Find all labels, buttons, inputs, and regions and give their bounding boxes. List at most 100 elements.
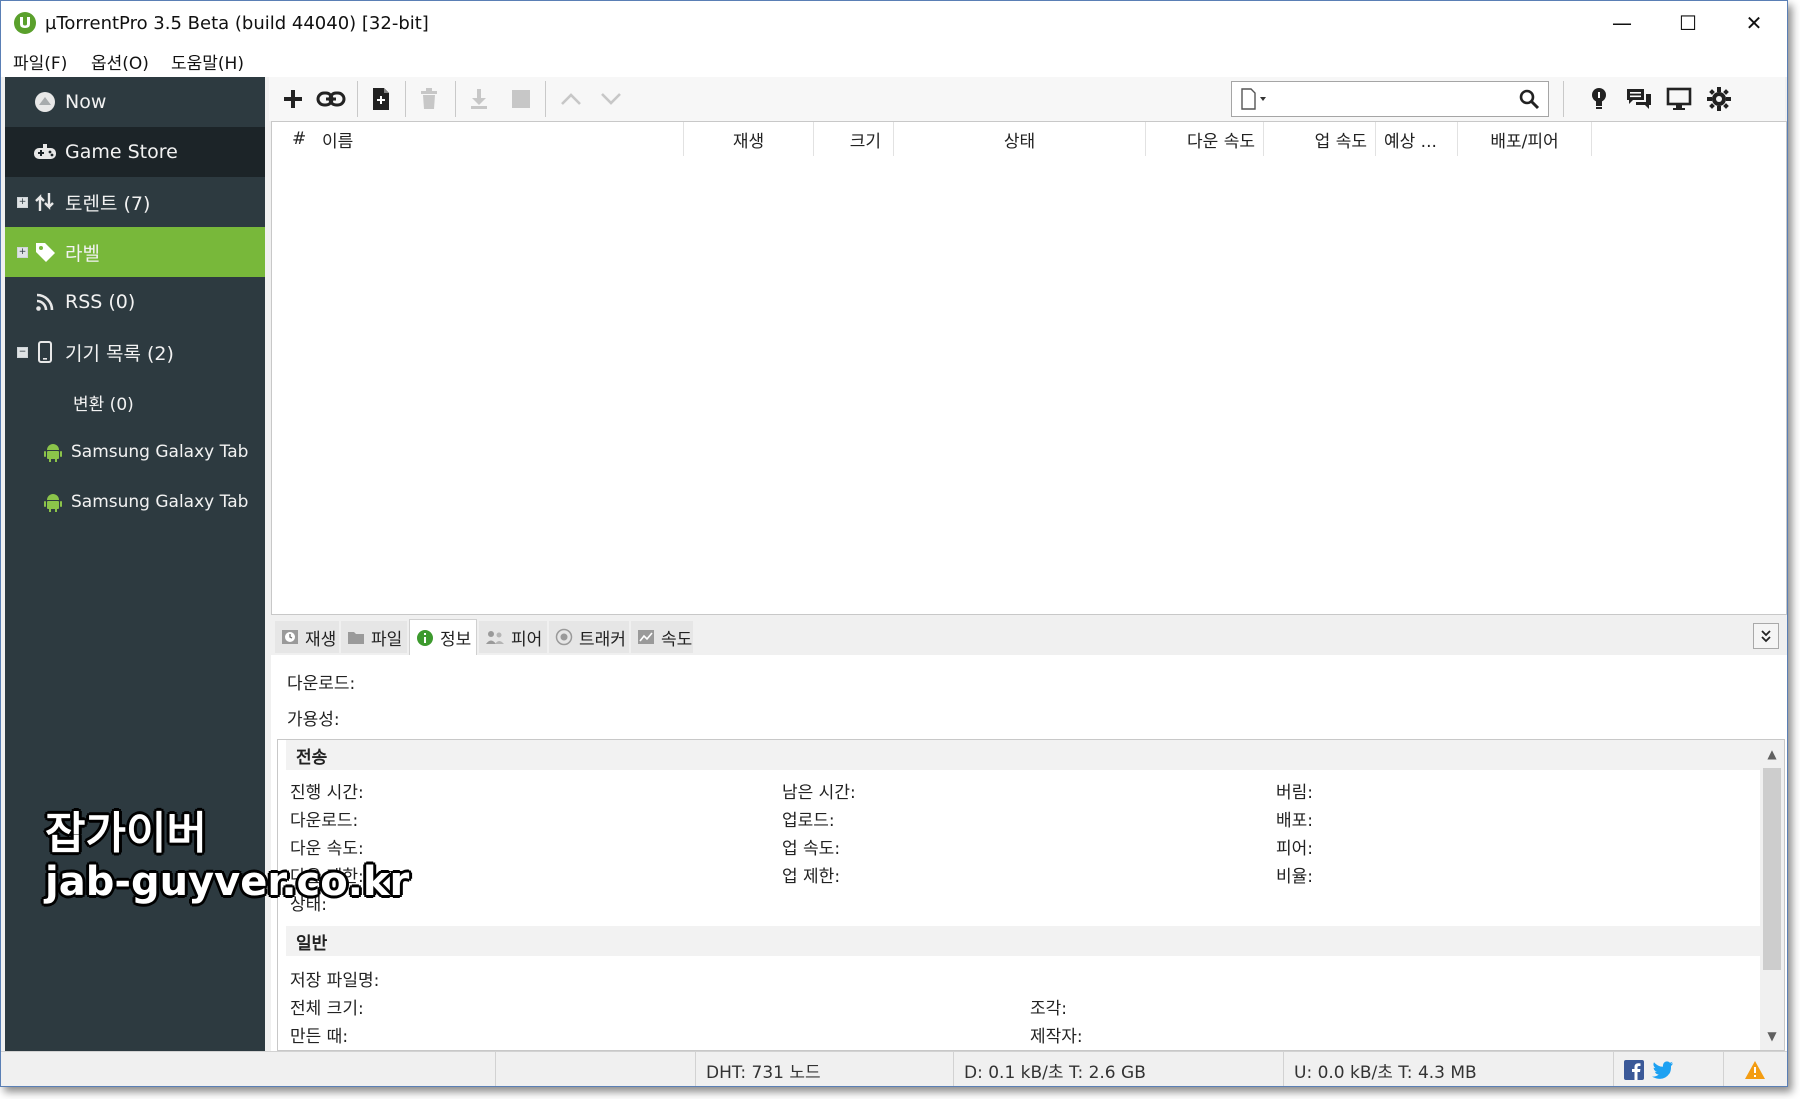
search-field[interactable] (1231, 81, 1549, 117)
column-status[interactable]: 상태 (894, 122, 1146, 156)
download-speed-label: 다운 속도: (290, 839, 364, 859)
uploaded-label: 업로드: (782, 811, 835, 831)
column-up-speed[interactable]: 업 속도 (1264, 122, 1376, 156)
app-window: µTorrentPro 3.5 Beta (build 44040) [32-b… (0, 0, 1788, 1087)
chevron-down-icon (601, 93, 621, 105)
add-torrent-button[interactable] (277, 83, 309, 115)
toolbar (269, 77, 1785, 121)
minimize-icon: — (1612, 11, 1632, 35)
remote-button[interactable] (1663, 83, 1695, 115)
search-input[interactable] (1276, 86, 1500, 114)
sidebar-item-device-2[interactable]: Samsung Galaxy Tab (5, 477, 265, 527)
elapsed-label: 진행 시간: (290, 783, 364, 803)
info-scrollbar[interactable]: ▲ ▼ (1760, 740, 1784, 1050)
warning-status[interactable] (1723, 1052, 1785, 1086)
dht-status[interactable]: DHT: 731 노드 (695, 1052, 953, 1086)
column-name[interactable]: 이름 (322, 122, 684, 156)
created-by-label: 제작자: (1030, 1027, 1083, 1047)
graph-icon (637, 629, 655, 645)
menu-options[interactable]: 옵션(O) (91, 49, 149, 74)
sidebar-item-game-store[interactable]: Game Store (5, 127, 265, 177)
rss-icon (33, 290, 57, 314)
start-button[interactable] (463, 83, 495, 115)
info-panel: 다운로드: 가용성: 전송 진행 시간: 다운로드: 다운 속도: 다운 제한:… (271, 655, 1787, 1051)
sidebar-item-devices[interactable]: − 기기 목록 (2) (5, 327, 265, 377)
close-button[interactable]: ✕ (1721, 1, 1787, 45)
column-number[interactable]: # (292, 122, 316, 156)
clock-icon (281, 629, 299, 645)
double-chevron-down-icon (1761, 630, 1771, 643)
torrent-list[interactable]: # 이름 재생 크기 상태 다운 속도 업 속도 예상 ... 배포/피어 (271, 121, 1787, 615)
status-empty (495, 1052, 695, 1086)
detail-tabs: 재생 파일 정보 피어 트래커 속도 (271, 617, 1787, 655)
column-eta[interactable]: 예상 ... (1376, 122, 1458, 156)
title-bar[interactable]: µTorrentPro 3.5 Beta (build 44040) [32-b… (1, 1, 1787, 45)
chat-button[interactable] (1623, 83, 1655, 115)
document-icon (1241, 88, 1266, 110)
search-button[interactable] (1518, 88, 1540, 115)
download-status[interactable]: D: 0.1 kB/초 T: 2.6 GB (953, 1052, 1283, 1086)
plus-icon (284, 90, 302, 108)
scroll-up-icon[interactable]: ▲ (1760, 742, 1784, 766)
info-details-box[interactable]: 전송 진행 시간: 다운로드: 다운 속도: 다운 제한: 상태: 남은 시간:… (277, 739, 1785, 1051)
tab-files[interactable]: 파일 (341, 621, 407, 653)
ratio-label: 비율: (1276, 867, 1314, 887)
column-down-speed[interactable]: 다운 속도 (1146, 122, 1264, 156)
monitor-icon (1666, 87, 1692, 110)
facebook-icon[interactable] (1624, 1060, 1644, 1080)
sidebar-item-rss[interactable]: RSS (0) (5, 277, 265, 327)
search-provider-dropdown[interactable] (1240, 88, 1270, 115)
settings-button[interactable] (1703, 83, 1735, 115)
twitter-icon[interactable] (1652, 1061, 1674, 1079)
downloaded-label: 다운로드: (287, 674, 356, 694)
sidebar-item-label: 라벨 (65, 242, 100, 265)
sidebar-item-torrents[interactable]: + 토렌트 (7) (5, 177, 265, 227)
tab-play[interactable]: 재생 (275, 621, 339, 653)
transfer-section-header: 전송 (286, 740, 1764, 770)
menu-file[interactable]: 파일(F) (13, 49, 67, 74)
collapse-icon[interactable]: − (17, 346, 28, 358)
stop-button[interactable] (505, 83, 537, 115)
menu-bar: 파일(F) 옵션(O) 도움말(H) (1, 45, 1787, 77)
search-icon (1519, 89, 1540, 110)
tab-peers[interactable]: 피어 (479, 621, 547, 653)
create-torrent-button[interactable] (365, 83, 397, 115)
tracker-icon (555, 628, 573, 646)
add-url-button[interactable] (315, 83, 347, 115)
sidebar-item-convert[interactable]: 변환 (0) (5, 377, 265, 427)
gear-icon (1707, 87, 1731, 111)
scroll-down-icon[interactable]: ▼ (1760, 1024, 1784, 1048)
maximize-button[interactable]: ☐ (1655, 1, 1721, 45)
menu-help[interactable]: 도움말(H) (171, 49, 244, 74)
sidebar-item-label: Now (65, 91, 107, 113)
sidebar-item-label: Samsung Galaxy Tab (71, 492, 249, 512)
minimize-button[interactable]: — (1589, 1, 1655, 45)
expand-icon[interactable]: + (17, 246, 28, 258)
collapse-panel-button[interactable] (1753, 623, 1779, 649)
move-up-button[interactable] (555, 83, 587, 115)
column-size[interactable]: 크기 (814, 122, 894, 156)
window-title: µTorrentPro 3.5 Beta (build 44040) [32-b… (45, 13, 429, 34)
move-down-button[interactable] (595, 83, 627, 115)
upload-status[interactable]: U: 0.0 kB/초 T: 4.3 MB (1283, 1052, 1613, 1086)
new-file-icon (373, 88, 389, 110)
availability-label: 가용성: (287, 710, 340, 730)
column-play[interactable]: 재생 (684, 122, 814, 156)
remove-button[interactable] (413, 83, 445, 115)
watermark-url: jab-guyver.co.kr (45, 859, 410, 905)
tab-info[interactable]: 정보 (409, 619, 477, 655)
sidebar-item-label: 변환 (0) (73, 394, 134, 415)
sidebar-item-label: 토렌트 (7) (65, 192, 151, 215)
expand-icon[interactable]: + (17, 196, 28, 208)
scroll-thumb[interactable] (1763, 768, 1781, 970)
peers-label: 피어: (1276, 839, 1314, 859)
sidebar-item-now[interactable]: Now (5, 77, 265, 127)
feature-request-button[interactable] (1583, 83, 1615, 115)
tab-trackers[interactable]: 트래커 (549, 621, 629, 653)
android-icon (41, 440, 65, 464)
sidebar-item-labels[interactable]: + 라벨 (5, 227, 265, 277)
tab-speed[interactable]: 속도 (631, 621, 693, 653)
column-seeds-peers[interactable]: 배포/피어 (1458, 122, 1592, 156)
sidebar-item-label: 기기 목록 (2) (65, 342, 174, 365)
sidebar-item-device-1[interactable]: Samsung Galaxy Tab (5, 427, 265, 477)
